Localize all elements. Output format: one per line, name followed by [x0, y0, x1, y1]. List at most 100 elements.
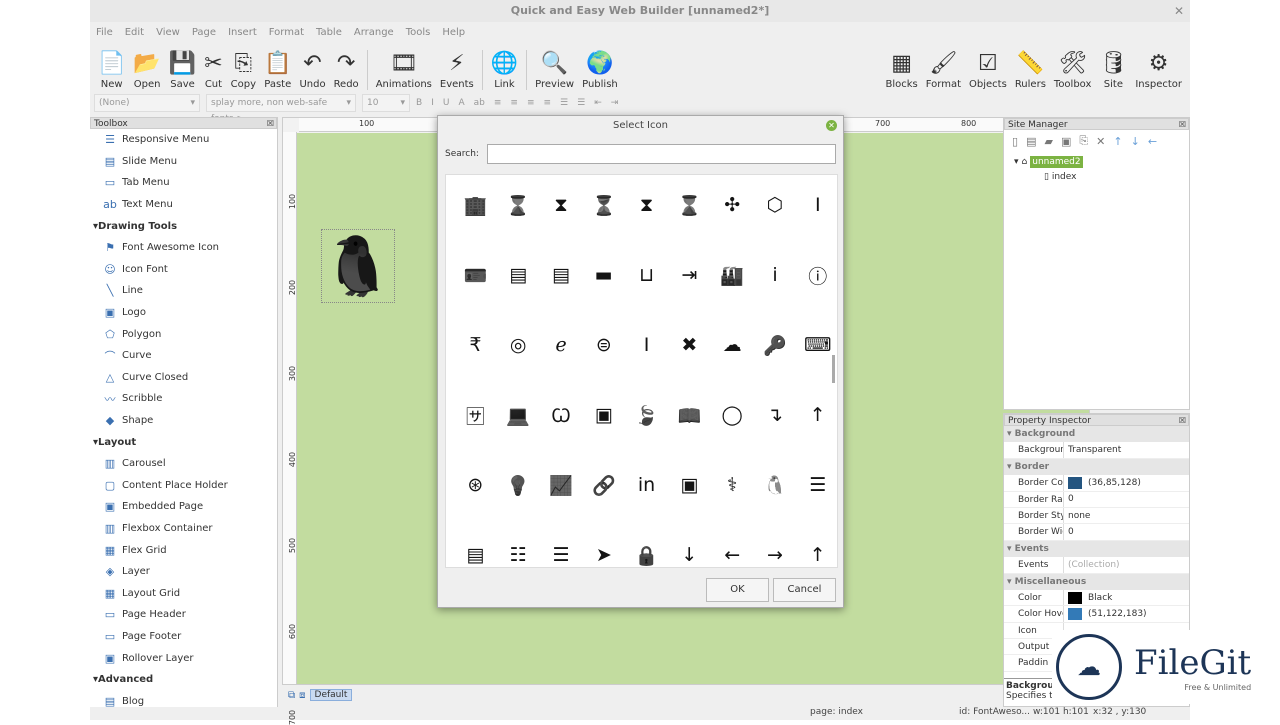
property-category-background[interactable]: ▾ Background — [1004, 426, 1189, 443]
toolbox-item-layer[interactable]: ◈ Layer — [90, 561, 277, 583]
inspector-button[interactable]: ⚙ Inspector — [1135, 51, 1182, 90]
icon-option[interactable]: ▤ — [454, 520, 497, 567]
icon-option[interactable]: ← — [711, 520, 754, 567]
toolbox-item-icon-font[interactable]: ☺ Icon Font — [90, 259, 277, 281]
move-left-icon[interactable]: ← — [1148, 135, 1157, 148]
ok-button[interactable]: OK — [706, 578, 769, 602]
menu-arrange[interactable]: Arrange — [354, 27, 394, 38]
icon-option[interactable]: I — [625, 310, 668, 380]
toolbox-button[interactable]: 🛠 Toolbox — [1054, 51, 1092, 90]
format-button[interactable]: A — [458, 98, 464, 108]
property-value[interactable]: (36,85,128) — [1064, 476, 1141, 489]
toolbox-item-flexbox-container[interactable]: ▥ Flexbox Container — [90, 518, 277, 540]
icon-option[interactable]: ↴ — [754, 380, 797, 450]
icon-option[interactable]: ✖ — [668, 310, 711, 380]
menu-insert[interactable]: Insert — [228, 27, 257, 38]
icon-option[interactable]: ⏳ — [582, 175, 625, 240]
property-value[interactable]: none — [1064, 511, 1090, 521]
format-button[interactable]: ⇥ — [611, 98, 619, 108]
format-button[interactable]: ≡ — [527, 98, 535, 108]
color-swatch[interactable] — [1068, 476, 1082, 489]
animations-button[interactable]: 🎞 Animations — [376, 51, 432, 90]
icon-option[interactable]: ▣ — [582, 380, 625, 450]
toolbox-item-polygon[interactable]: ⬠ Polygon — [90, 323, 277, 345]
toolbox-item-tab-menu[interactable]: ▭ Tab Menu — [90, 172, 277, 194]
properties-icon[interactable]: ▣ — [1061, 135, 1071, 148]
view-icon[interactable]: ⧉ — [288, 690, 295, 701]
publish-button[interactable]: 🌍 Publish — [582, 51, 618, 90]
paste-button[interactable]: 📋 Paste — [264, 51, 291, 90]
toolbox-category-advanced[interactable]: ▾ Advanced — [90, 669, 277, 691]
undo-button[interactable]: ↶ Undo — [299, 51, 325, 90]
property-row-color-hover[interactable]: Color Hover(51,122,183) — [1004, 606, 1189, 623]
close-window-icon[interactable]: ✕ — [1174, 0, 1184, 22]
property-category-miscellaneous[interactable]: ▾ Miscellaneous — [1004, 573, 1189, 590]
format-button[interactable]: ☰ — [560, 98, 568, 108]
icon-option[interactable]: ⌛ — [497, 175, 540, 240]
icon-option[interactable]: ◯ — [711, 380, 754, 450]
icon-option[interactable]: 📈 — [540, 450, 583, 520]
property-row-events[interactable]: Events (Collection) — [1004, 557, 1189, 574]
scrollbar[interactable] — [832, 355, 835, 383]
icon-option[interactable]: ⊔ — [625, 240, 668, 310]
menu-table[interactable]: Table — [316, 27, 342, 38]
property-value[interactable]: 0 — [1064, 527, 1074, 537]
menu-format[interactable]: Format — [269, 27, 304, 38]
toolbox-item-flex-grid[interactable]: ▦ Flex Grid — [90, 539, 277, 561]
icon-option[interactable]: 🐧 — [754, 450, 797, 520]
icon-option[interactable]: 🏭 — [711, 240, 754, 310]
icon-option[interactable]: ↑ — [796, 380, 837, 450]
menu-edit[interactable]: Edit — [125, 27, 144, 38]
icon-option[interactable]: ▬ — [582, 240, 625, 310]
icon-option[interactable]: ▤ — [540, 240, 583, 310]
icon-option[interactable]: → — [754, 520, 797, 567]
redo-button[interactable]: ↷ Redo — [334, 51, 359, 90]
icon-option[interactable]: ☰ — [540, 520, 583, 567]
menu-help[interactable]: Help — [442, 27, 465, 38]
icon-option[interactable]: I — [796, 175, 837, 240]
format-button[interactable]: ⇤ — [594, 98, 602, 108]
toolbox-item-carousel[interactable]: ▥ Carousel — [90, 453, 277, 475]
close-panel-icon[interactable]: ☒ — [1179, 119, 1186, 131]
property-row-border-style[interactable]: Border Stylenone — [1004, 507, 1189, 525]
icon-option[interactable]: ⧗ — [540, 175, 583, 240]
icon-option[interactable]: ⊜ — [582, 310, 625, 380]
events-button[interactable]: ⚡ Events — [440, 51, 474, 90]
toolbox-item-page-footer[interactable]: ▭ Page Footer — [90, 626, 277, 648]
toolbox-item-slide-menu[interactable]: ▤ Slide Menu — [90, 151, 277, 173]
move-down-icon[interactable]: ↓ — [1131, 135, 1140, 148]
tree-root[interactable]: ▾ ⌂ unnamed2 — [1014, 156, 1189, 168]
property-value[interactable]: (51,122,183) — [1064, 607, 1147, 620]
property-row-border-width[interactable]: Border Width0 — [1004, 524, 1189, 541]
site-button[interactable]: 🛢 Site — [1099, 51, 1127, 90]
icon-option[interactable]: ✣ — [711, 175, 754, 240]
icon-option[interactable]: 🈂 — [454, 380, 497, 450]
property-category-events[interactable]: ▾ Events — [1004, 540, 1189, 558]
icon-option[interactable]: 💡 — [497, 450, 540, 520]
format-button[interactable]: ab — [474, 98, 485, 108]
preview-button[interactable]: 🔍 Preview — [535, 51, 574, 90]
icon-option[interactable]: ⬡ — [754, 175, 797, 240]
link-button[interactable]: 🌐 Link — [491, 51, 518, 90]
blocks-button[interactable]: ▦ Blocks — [886, 51, 918, 90]
toolbox-item-logo[interactable]: ▣ Logo — [90, 302, 277, 324]
property-row-border-radius[interactable]: Border Radius0 — [1004, 491, 1189, 508]
copy-button[interactable]: ⎘ Copy — [231, 51, 256, 90]
toolbox-item-layout-grid[interactable]: ▦ Layout Grid — [90, 582, 277, 604]
color-swatch[interactable] — [1068, 607, 1082, 620]
icon-option[interactable]: 🪪 — [454, 240, 497, 310]
format-button[interactable]: ≡ — [494, 98, 502, 108]
toolbox-item-line[interactable]: ╲ Line — [90, 280, 277, 302]
icon-option[interactable]: ⧗ — [625, 175, 668, 240]
property-value[interactable]: Transparent — [1064, 445, 1121, 455]
close-panel-icon[interactable]: ☒ — [267, 118, 274, 130]
copy-icon[interactable]: ⎘ — [1079, 134, 1088, 148]
toolbox-item-text-menu[interactable]: ab Text Menu — [90, 194, 277, 216]
format-button[interactable]: ≡ — [510, 98, 518, 108]
toolbox-item-responsive-menu[interactable]: ☰ Responsive Menu — [90, 129, 277, 151]
menu-view[interactable]: View — [156, 27, 180, 38]
icon-option[interactable]: ↑ — [796, 520, 837, 567]
close-panel-icon[interactable]: ☒ — [1179, 415, 1186, 427]
search-input[interactable] — [486, 144, 836, 164]
icon-option[interactable]: ⇥ — [668, 240, 711, 310]
